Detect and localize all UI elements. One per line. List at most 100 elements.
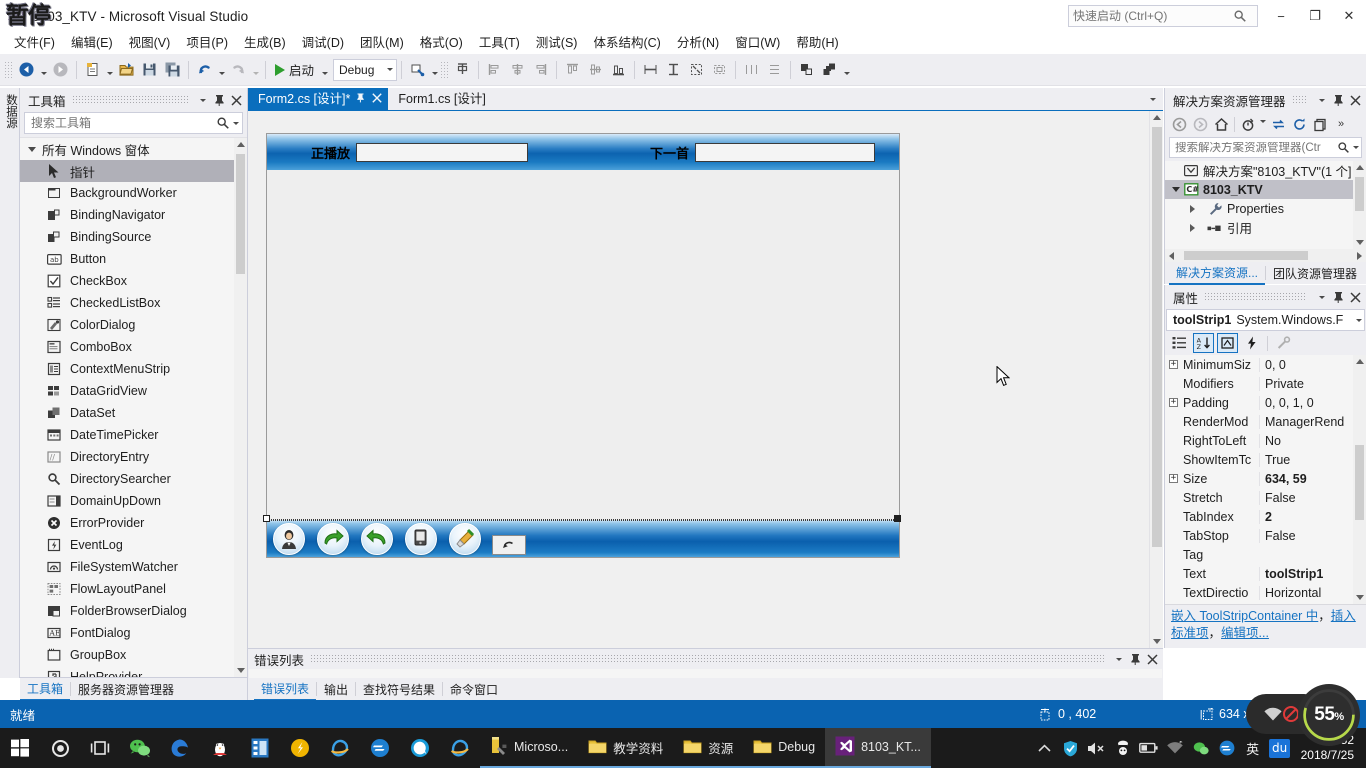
expand-icon[interactable]: + — [1169, 360, 1178, 369]
menu-view[interactable]: 视图(V) — [121, 33, 179, 53]
expand-icon[interactable]: + — [1169, 398, 1178, 407]
toolbox-item-colordialog[interactable]: ColorDialog — [20, 314, 234, 336]
properties-vertical-scrollbar[interactable] — [1353, 355, 1366, 604]
property-row-modifiers[interactable]: Modifiers Private — [1165, 374, 1353, 393]
property-row-minimumsize[interactable]: + MinimumSiz 0, 0 — [1165, 355, 1353, 374]
new-project-dropdown[interactable] — [104, 59, 115, 81]
menu-team[interactable]: 团队(M) — [352, 33, 412, 53]
start-debug-button[interactable]: 启动 — [270, 58, 319, 81]
property-value[interactable]: True — [1259, 452, 1353, 467]
property-value[interactable]: 2 — [1259, 509, 1353, 524]
scroll-up-button[interactable] — [234, 138, 247, 151]
redo-button[interactable] — [227, 58, 250, 81]
tab-form2-designer[interactable]: Form2.cs [设计]* — [248, 88, 389, 110]
panel-tab-error-list[interactable]: 错误列表 — [254, 678, 317, 701]
toolbox-item-backgroundworker[interactable]: BackgroundWorker — [20, 182, 234, 204]
pending-changes-button[interactable] — [1238, 114, 1258, 134]
taskbar-clock[interactable]: 13:52 2018/7/25 — [1295, 728, 1362, 768]
events-button[interactable] — [1241, 333, 1262, 353]
xunlei-button[interactable] — [360, 728, 400, 768]
toolbox-group-all-windows-forms[interactable]: 所有 Windows 窗体 — [20, 138, 234, 160]
taskbar-window-microsoft[interactable]: Microso... — [480, 728, 579, 768]
toolbox-item-bindingsource[interactable]: BindingSource — [20, 226, 234, 248]
video-player-button[interactable] — [240, 728, 280, 768]
property-row-textdirection[interactable]: TextDirectio Horizontal — [1165, 583, 1353, 602]
scrollbar-thumb[interactable] — [1355, 177, 1364, 211]
scrollbar-thumb[interactable] — [1355, 445, 1364, 520]
scroll-down-button[interactable] — [1353, 236, 1366, 249]
solution-explorer-search-box[interactable] — [1169, 137, 1362, 158]
tree-node-references[interactable]: 引用 — [1165, 218, 1366, 237]
tree-expander[interactable] — [1169, 187, 1183, 192]
solution-explorer-pin-button[interactable] — [1330, 91, 1347, 109]
toolstrip-item-device[interactable] — [399, 521, 443, 557]
tree-expander[interactable] — [1185, 204, 1199, 213]
chef-app-icon[interactable] — [1111, 728, 1135, 768]
dock-tab-server-explorer[interactable]: 服务器资源管理器 — [71, 679, 181, 700]
next-song-textbox[interactable] — [695, 142, 876, 162]
configuration-combo[interactable]: Debug — [333, 58, 398, 81]
layout-overflow-dropdown[interactable] — [841, 59, 852, 81]
battery-icon[interactable] — [1137, 728, 1161, 768]
menu-project[interactable]: 项目(P) — [178, 33, 236, 53]
toolbox-item-dataset[interactable]: DataSet — [20, 402, 234, 424]
undo-button[interactable] — [193, 58, 216, 81]
show-all-files-button[interactable] — [1310, 114, 1330, 134]
toolbox-item-button[interactable]: ab Button — [20, 248, 234, 270]
now-playing-textbox[interactable] — [356, 142, 529, 162]
scroll-up-button[interactable] — [1150, 111, 1163, 124]
show-hidden-icons-button[interactable] — [1033, 728, 1057, 768]
toolbox-item-datetimepicker[interactable]: DateTimePicker — [20, 424, 234, 446]
properties-button[interactable] — [1217, 333, 1238, 353]
taskbar-window-8103-ktv[interactable]: 8103_KT... — [825, 728, 931, 768]
sync-button[interactable] — [1268, 114, 1288, 134]
scroll-down-button[interactable] — [1150, 635, 1163, 648]
task-view-button[interactable] — [80, 728, 120, 768]
properties-pin-button[interactable] — [1330, 288, 1347, 306]
form-designer-surface[interactable]: 正播放 下一首 — [248, 111, 1163, 648]
ime-icon[interactable]: 英 — [1241, 728, 1265, 768]
toolstrip-item-next[interactable] — [311, 521, 355, 557]
save-button[interactable] — [138, 58, 161, 81]
size-to-grid-button[interactable] — [685, 58, 708, 81]
toolbox-item-pointer[interactable]: 指针 — [20, 160, 234, 182]
categorized-button[interactable] — [1169, 333, 1190, 353]
tab-order-button[interactable] — [451, 58, 474, 81]
panel-tab-team-explorer[interactable]: 团队资源管理器 — [1266, 263, 1364, 284]
toolbox-item-filesystemwatcher[interactable]: FileSystemWatcher — [20, 556, 234, 578]
selection-handle-left[interactable] — [263, 515, 270, 522]
menu-architecture[interactable]: 体系结构(C) — [585, 33, 668, 53]
property-row-righttoleft[interactable]: RightToLeft No — [1165, 431, 1353, 450]
baidu-ime-icon[interactable]: du — [1267, 728, 1293, 768]
toolbox-item-eventlog[interactable]: EventLog — [20, 534, 234, 556]
undo-dropdown[interactable] — [216, 59, 227, 81]
property-row-size[interactable]: + Size 634, 59 — [1165, 469, 1353, 488]
redo-dropdown[interactable] — [250, 59, 261, 81]
menu-window[interactable]: 窗口(W) — [727, 33, 788, 53]
toolbox-item-groupbox[interactable]: GroupBox — [20, 644, 234, 666]
menu-help[interactable]: 帮助(H) — [788, 33, 846, 53]
wechat-button[interactable] — [120, 728, 160, 768]
toolstrip-item-clear[interactable] — [443, 521, 487, 557]
quick-launch-box[interactable] — [1068, 5, 1258, 27]
properties-drag-dots[interactable] — [1204, 292, 1307, 302]
property-value[interactable]: ManagerRend — [1259, 414, 1353, 429]
maximize-button[interactable]: ❐ — [1298, 0, 1332, 32]
volume-muted-icon[interactable] — [1085, 728, 1109, 768]
scroll-up-button[interactable] — [1353, 355, 1366, 368]
solution-explorer-close-button[interactable] — [1347, 91, 1364, 109]
scroll-left-button[interactable] — [1169, 251, 1174, 260]
toolbox-item-directoryentry[interactable]: // DirectoryEntry — [20, 446, 234, 468]
properties-window-button[interactable] — [406, 58, 429, 81]
property-row-tabindex[interactable]: TabIndex 2 — [1165, 507, 1353, 526]
properties-menu-button[interactable] — [1313, 288, 1330, 306]
back-button[interactable] — [1169, 114, 1189, 134]
toolbox-search-options-icon[interactable] — [233, 121, 239, 125]
align-bottoms-button[interactable] — [607, 58, 630, 81]
dock-tab-toolbox[interactable]: 工具箱 — [20, 678, 71, 701]
solution-horizontal-scrollbar[interactable] — [1165, 249, 1366, 262]
wechat-tray-icon[interactable] — [1189, 728, 1213, 768]
toolbox-item-checkedlistbox[interactable]: CheckedListBox — [20, 292, 234, 314]
designer-vertical-scrollbar[interactable] — [1149, 111, 1163, 648]
pin-icon[interactable] — [356, 92, 366, 106]
